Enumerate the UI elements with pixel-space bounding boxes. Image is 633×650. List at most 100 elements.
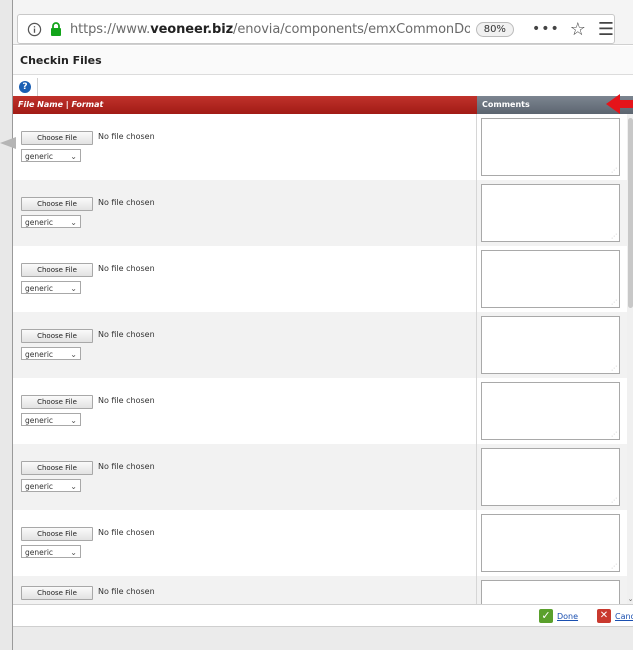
choose-file-button[interactable]: Choose File xyxy=(21,527,93,541)
browser-window: https://www.veoneer.biz/enovia/component… xyxy=(12,0,633,650)
lock-icon xyxy=(48,20,64,38)
address-bar[interactable]: https://www.veoneer.biz/enovia/component… xyxy=(17,14,615,44)
resize-grip-icon[interactable]: ⋰ xyxy=(611,300,617,306)
format-select[interactable]: generic ⌄ xyxy=(21,281,81,294)
chevron-down-icon: ⌄ xyxy=(70,350,77,359)
file-rows: Choose File No file chosen generic ⌄ ⋰ Ch… xyxy=(13,114,627,604)
format-value: generic xyxy=(25,482,54,491)
info-icon[interactable] xyxy=(24,18,46,40)
choose-file-button[interactable]: Choose File xyxy=(21,586,93,600)
column-header-file: File Name | Format xyxy=(13,96,477,114)
table-row: Choose File No file chosen generic ⌄ ⋰ xyxy=(13,444,627,510)
comment-textarea[interactable]: ⋰ xyxy=(481,580,620,604)
resize-grip-icon[interactable]: ⋰ xyxy=(611,168,617,174)
comment-textarea[interactable]: ⋰ xyxy=(481,448,620,506)
file-cell: Choose File No file chosen generic ⌄ xyxy=(13,180,477,246)
choose-file-button[interactable]: Choose File xyxy=(21,461,93,475)
resize-grip-icon[interactable]: ⋰ xyxy=(611,432,617,438)
table-row: Choose File No file chosen generic ⌄ ⋰ xyxy=(13,246,627,312)
zoom-level[interactable]: 80% xyxy=(475,21,514,37)
bookmark-star-icon[interactable]: ☆ xyxy=(570,19,586,40)
url-domain: veoneer.biz xyxy=(150,21,234,37)
scrollbar-thumb[interactable] xyxy=(628,118,633,308)
format-select[interactable]: generic ⌄ xyxy=(21,545,81,558)
annotation-arrow-icon xyxy=(606,94,633,114)
url-text: https://www.veoneer.biz/enovia/component… xyxy=(70,22,470,37)
cancel-button[interactable]: ✕ Cance xyxy=(597,609,633,623)
format-value: generic xyxy=(25,218,54,227)
comment-textarea[interactable]: ⋰ xyxy=(481,382,620,440)
cancel-label[interactable]: Cance xyxy=(615,612,633,621)
done-label[interactable]: Done xyxy=(557,612,578,621)
check-icon: ✓ xyxy=(539,609,553,623)
format-value: generic xyxy=(25,350,54,359)
table-row: Choose File No file chosen generic ⌄ ⋰ xyxy=(13,180,627,246)
more-icon[interactable]: ••• xyxy=(532,21,560,37)
format-select[interactable]: generic ⌄ xyxy=(21,215,81,228)
table-header: File Name | Format Comments xyxy=(13,96,633,114)
choose-file-button[interactable]: Choose File xyxy=(21,197,93,211)
file-status: No file chosen xyxy=(98,528,155,537)
file-cell: Choose File No file chosen generic ⌄ xyxy=(13,312,477,378)
browser-toolbar: https://www.veoneer.biz/enovia/component… xyxy=(13,0,633,45)
format-select[interactable]: generic ⌄ xyxy=(21,347,81,360)
comment-textarea[interactable]: ⋰ xyxy=(481,118,620,176)
dialog-title-bar: Checkin Files xyxy=(13,46,633,75)
comment-textarea[interactable]: ⋰ xyxy=(481,184,620,242)
chevron-down-icon: ⌄ xyxy=(70,548,77,557)
file-status: No file chosen xyxy=(98,330,155,339)
table-row: Choose File No file chosen generic ⌄ ⋰ xyxy=(13,510,627,576)
hamburger-menu-icon[interactable]: ☰ xyxy=(598,19,614,40)
file-status: No file chosen xyxy=(98,264,155,273)
chevron-down-icon: ⌄ xyxy=(70,416,77,425)
format-select[interactable]: generic ⌄ xyxy=(21,149,81,162)
file-cell: Choose File No file chosen generic ⌄ xyxy=(13,510,477,576)
file-status: No file chosen xyxy=(98,396,155,405)
resize-grip-icon[interactable]: ⋰ xyxy=(611,234,617,240)
help-icon[interactable]: ? xyxy=(19,81,31,93)
choose-file-button[interactable]: Choose File xyxy=(21,131,93,145)
pointer-arrow-icon xyxy=(0,137,16,149)
action-toolbar: ? xyxy=(13,78,633,96)
format-value: generic xyxy=(25,152,54,161)
format-value: generic xyxy=(25,284,54,293)
chevron-down-icon: ⌄ xyxy=(70,482,77,491)
url-prefix: https://www. xyxy=(69,21,151,37)
table-row: Choose File No file chosen generic⌄ ⋰ xyxy=(13,576,627,604)
comment-textarea[interactable]: ⋰ xyxy=(481,316,620,374)
toolbar-divider xyxy=(37,78,38,96)
file-cell: Choose File No file chosen generic ⌄ xyxy=(13,378,477,444)
status-bar xyxy=(13,626,633,650)
comment-textarea[interactable]: ⋰ xyxy=(481,514,620,572)
file-status: No file chosen xyxy=(98,198,155,207)
file-cell: Choose File No file chosen generic ⌄ xyxy=(13,444,477,510)
chevron-down-icon: ⌄ xyxy=(70,218,77,227)
dialog-footer: ✓ Done ✕ Cance xyxy=(13,604,633,627)
format-select[interactable]: generic ⌄ xyxy=(21,413,81,426)
comment-textarea[interactable]: ⋰ xyxy=(481,250,620,308)
table-row: Choose File No file chosen generic ⌄ ⋰ xyxy=(13,114,627,180)
file-cell: Choose File No file chosen generic⌄ xyxy=(13,576,477,604)
chevron-down-icon: ⌄ xyxy=(70,284,77,293)
scroll-down-icon[interactable]: ⌄ xyxy=(627,594,633,604)
format-value: generic xyxy=(25,416,54,425)
file-status: No file chosen xyxy=(98,132,155,141)
choose-file-button[interactable]: Choose File xyxy=(21,329,93,343)
page-title: Checkin Files xyxy=(20,54,102,67)
file-cell: Choose File No file chosen generic ⌄ xyxy=(13,246,477,312)
format-value: generic xyxy=(25,548,54,557)
file-status: No file chosen xyxy=(98,462,155,471)
done-button[interactable]: ✓ Done xyxy=(539,609,578,623)
file-cell: Choose File No file chosen generic ⌄ xyxy=(13,114,477,180)
choose-file-button[interactable]: Choose File xyxy=(21,263,93,277)
resize-grip-icon[interactable]: ⋰ xyxy=(611,498,617,504)
url-path: /enovia/components/emxCommonDocumentC xyxy=(233,21,470,37)
file-status: No file chosen xyxy=(98,587,155,596)
chevron-down-icon: ⌄ xyxy=(70,152,77,161)
choose-file-button[interactable]: Choose File xyxy=(21,395,93,409)
format-select[interactable]: generic ⌄ xyxy=(21,479,81,492)
table-row: Choose File No file chosen generic ⌄ ⋰ xyxy=(13,378,627,444)
resize-grip-icon[interactable]: ⋰ xyxy=(611,564,617,570)
resize-grip-icon[interactable]: ⋰ xyxy=(611,366,617,372)
vertical-scrollbar[interactable]: ⌄ xyxy=(627,114,633,604)
